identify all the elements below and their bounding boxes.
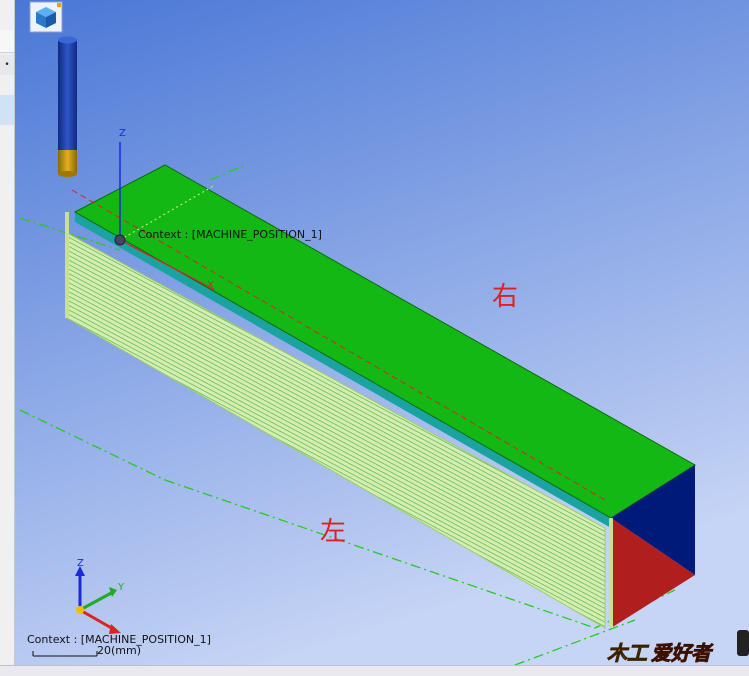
origin-marker-icon[interactable] <box>114 234 126 246</box>
axis-label-x: X <box>207 280 214 291</box>
left-panel-strip: • <box>0 0 15 675</box>
tool-shank-top <box>58 36 77 44</box>
face-label-right: 右 <box>492 282 518 312</box>
watermark-text-a: 木工 <box>607 641 650 665</box>
axis-label-z: Z <box>119 128 126 139</box>
cutting-tool[interactable] <box>58 36 77 178</box>
tool-tip-end <box>58 171 77 177</box>
watermark-text-b: 爱好者 <box>651 641 714 665</box>
side-tab-icon[interactable] <box>737 630 749 656</box>
tool-shank <box>58 40 77 150</box>
watermark-logo: 木工 爱好者 <box>607 641 715 665</box>
scale-label: 20(mm) <box>97 644 141 657</box>
context-label: Context : [MACHINE_POSITION_1] <box>138 228 322 241</box>
face-label-left: 左 <box>320 517 346 547</box>
triad-label-y: Y <box>117 582 125 593</box>
triad-label-z: Z <box>77 558 84 569</box>
view-cube-icon[interactable] <box>29 1 63 33</box>
3d-viewport[interactable]: Z X Context : [MACHINE_POSITION_1] 右 左 Z… <box>15 0 749 665</box>
panel-tab-1[interactable] <box>0 30 14 53</box>
panel-tab-selected[interactable] <box>0 95 14 125</box>
tool-tip <box>58 150 77 174</box>
panel-tab-2[interactable]: • <box>0 55 14 75</box>
status-strip <box>0 665 749 676</box>
